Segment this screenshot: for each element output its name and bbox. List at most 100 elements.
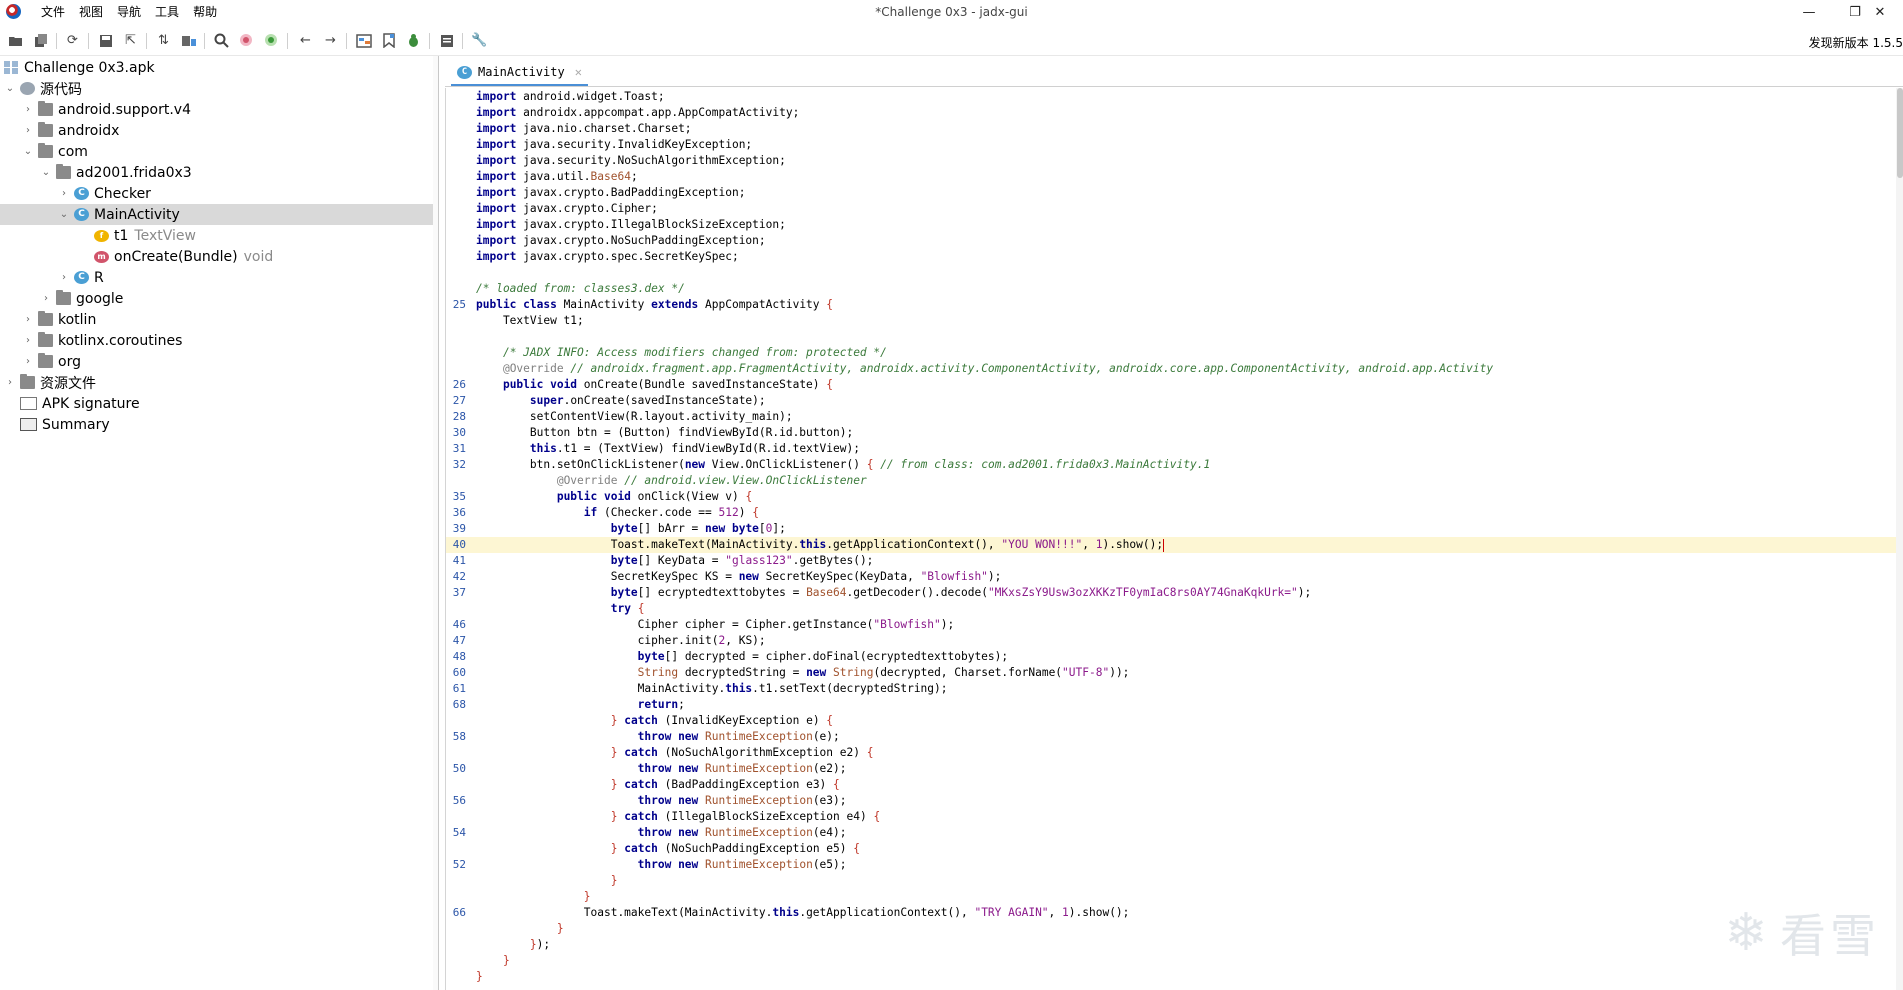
- debugger-button[interactable]: [405, 32, 422, 49]
- code-line[interactable]: }: [446, 873, 1903, 889]
- line-number[interactable]: 58: [450, 729, 466, 745]
- save-all-button[interactable]: [97, 32, 114, 49]
- chevron-down-icon[interactable]: ⌄: [58, 209, 70, 220]
- code-line[interactable]: 54 throw new RuntimeException(e4);: [446, 825, 1903, 841]
- open-file-button[interactable]: [7, 32, 24, 49]
- sync-tree-button[interactable]: ⇅: [155, 32, 172, 49]
- line-number[interactable]: 35: [450, 489, 466, 505]
- line-number[interactable]: 32: [450, 457, 466, 473]
- flatten-packages-button[interactable]: [180, 32, 197, 49]
- chevron-right-icon[interactable]: ›: [22, 335, 34, 346]
- code-line[interactable]: 66 Toast.makeText(MainActivity.this.getA…: [446, 905, 1903, 921]
- code-line[interactable]: } catch (NoSuchAlgorithmException e2) {: [446, 745, 1903, 761]
- deobfuscation-button[interactable]: [355, 32, 372, 49]
- line-number[interactable]: 61: [450, 681, 466, 697]
- minimize-button[interactable]: —: [1786, 0, 1832, 24]
- code-line[interactable]: } catch (IllegalBlockSizeException e4) {: [446, 809, 1903, 825]
- tree-item-kotlin[interactable]: › kotlin: [0, 309, 436, 330]
- chevron-right-icon[interactable]: ›: [58, 272, 70, 283]
- code-line[interactable]: import android.widget.Toast;: [446, 89, 1903, 105]
- code-line[interactable]: }: [446, 969, 1903, 985]
- code-line[interactable]: /* JADX INFO: Access modifiers changed f…: [446, 345, 1903, 361]
- export-button[interactable]: ⇱: [122, 32, 139, 49]
- code-line[interactable]: import androidx.appcompat.app.AppCompatA…: [446, 105, 1903, 121]
- scrollbar-thumb[interactable]: [1897, 88, 1903, 178]
- tree-item-com[interactable]: ⌄ com: [0, 141, 436, 162]
- code-line[interactable]: 28 setContentView(R.layout.activity_main…: [446, 409, 1903, 425]
- code-line[interactable]: 31 this.t1 = (TextView) findViewById(R.i…: [446, 441, 1903, 457]
- line-number[interactable]: 68: [450, 697, 466, 713]
- line-number[interactable]: 46: [450, 617, 466, 633]
- code-line[interactable]: 50 throw new RuntimeException(e2);: [446, 761, 1903, 777]
- tree-item-resources[interactable]: › 资源文件: [0, 372, 436, 393]
- tree-item-root[interactable]: Challenge 0x3.apk: [0, 57, 436, 78]
- line-number[interactable]: 37: [450, 585, 466, 601]
- code-line[interactable]: 41 byte[] KeyData = "glass123".getBytes(…: [446, 553, 1903, 569]
- line-number[interactable]: 42: [450, 569, 466, 585]
- code-line[interactable]: 47 cipher.init(2, KS);: [446, 633, 1903, 649]
- editor-scrollbar[interactable]: [1896, 88, 1903, 990]
- code-line[interactable]: try {: [446, 601, 1903, 617]
- code-line[interactable]: import javax.crypto.NoSuchPaddingExcepti…: [446, 233, 1903, 249]
- code-line[interactable]: });: [446, 937, 1903, 953]
- chevron-right-icon[interactable]: ›: [22, 356, 34, 367]
- chevron-right-icon[interactable]: ›: [22, 314, 34, 325]
- code-line[interactable]: [446, 329, 1903, 345]
- code-line[interactable]: } catch (NoSuchPaddingException e5) {: [446, 841, 1903, 857]
- tree-item-checker[interactable]: › C Checker: [0, 183, 436, 204]
- code-line-highlighted[interactable]: 40 Toast.makeText(MainActivity.this.getA…: [446, 537, 1903, 553]
- code-line[interactable]: import java.nio.charset.Charset;: [446, 121, 1903, 137]
- line-number[interactable]: 52: [450, 857, 466, 873]
- line-number[interactable]: 30: [450, 425, 466, 441]
- code-line[interactable]: 36 if (Checker.code == 512) {: [446, 505, 1903, 521]
- code-line[interactable]: [446, 265, 1903, 281]
- line-number[interactable]: 31: [450, 441, 466, 457]
- code-line[interactable]: 30 Button btn = (Button) findViewById(R.…: [446, 425, 1903, 441]
- usage-search-button[interactable]: [263, 32, 280, 49]
- code-line[interactable]: 39 byte[] bArr = new byte[0];: [446, 521, 1903, 537]
- code-line[interactable]: 56 throw new RuntimeException(e3);: [446, 793, 1903, 809]
- tree-item-androidx[interactable]: › androidx: [0, 120, 436, 141]
- line-number[interactable]: 60: [450, 665, 466, 681]
- tree-item-summary[interactable]: Summary: [0, 414, 436, 435]
- close-button[interactable]: ✕: [1857, 0, 1903, 24]
- class-search-button[interactable]: [238, 32, 255, 49]
- forward-button[interactable]: →: [322, 32, 339, 49]
- code-line[interactable]: 52 throw new RuntimeException(e5);: [446, 857, 1903, 873]
- code-line[interactable]: 37 byte[] ecryptedtexttobytes = Base64.g…: [446, 585, 1903, 601]
- line-number[interactable]: 50: [450, 761, 466, 777]
- code-line[interactable]: TextView t1;: [446, 313, 1903, 329]
- line-number[interactable]: 40: [450, 537, 466, 553]
- line-number[interactable]: 25: [450, 297, 466, 313]
- code-line[interactable]: 32 btn.setOnClickListener(new View.OnCli…: [446, 457, 1903, 473]
- close-tab-icon[interactable]: ✕: [575, 65, 582, 79]
- quark-button[interactable]: [380, 32, 397, 49]
- reload-button[interactable]: ⟳: [64, 32, 81, 49]
- tree-item-source-code[interactable]: ⌄ 源代码: [0, 78, 436, 99]
- code-line[interactable]: import java.util.Base64;: [446, 169, 1903, 185]
- tree-item-android-support-v4[interactable]: › android.support.v4: [0, 99, 436, 120]
- code-line[interactable]: }: [446, 889, 1903, 905]
- tree-item-field-t1[interactable]: f t1 TextView: [0, 225, 436, 246]
- code-line[interactable]: 26 public void onCreate(Bundle savedInst…: [446, 377, 1903, 393]
- add-files-button[interactable]: [32, 32, 49, 49]
- line-number[interactable]: 54: [450, 825, 466, 841]
- code-line[interactable]: 58 throw new RuntimeException(e);: [446, 729, 1903, 745]
- code-line[interactable]: import java.security.InvalidKeyException…: [446, 137, 1903, 153]
- tree-item-google[interactable]: › google: [0, 288, 436, 309]
- chevron-down-icon[interactable]: ⌄: [4, 83, 16, 94]
- line-number[interactable]: 39: [450, 521, 466, 537]
- code-line[interactable]: 42 SecretKeySpec KS = new SecretKeySpec(…: [446, 569, 1903, 585]
- tree-item-method-oncreate[interactable]: m onCreate(Bundle) void: [0, 246, 436, 267]
- line-number[interactable]: 48: [450, 649, 466, 665]
- tree-item-mainactivity[interactable]: ⌄ C MainActivity: [0, 204, 436, 225]
- chevron-right-icon[interactable]: ›: [22, 125, 34, 136]
- line-number[interactable]: 56: [450, 793, 466, 809]
- line-number[interactable]: 28: [450, 409, 466, 425]
- tree-item-r[interactable]: › C R: [0, 267, 436, 288]
- code-line[interactable]: /* loaded from: classes3.dex */: [446, 281, 1903, 297]
- line-number[interactable]: 41: [450, 553, 466, 569]
- tab-mainactivity[interactable]: C MainActivity ✕: [451, 60, 588, 86]
- tree-item-apk-signature[interactable]: APK signature: [0, 393, 436, 414]
- chevron-right-icon[interactable]: ›: [22, 104, 34, 115]
